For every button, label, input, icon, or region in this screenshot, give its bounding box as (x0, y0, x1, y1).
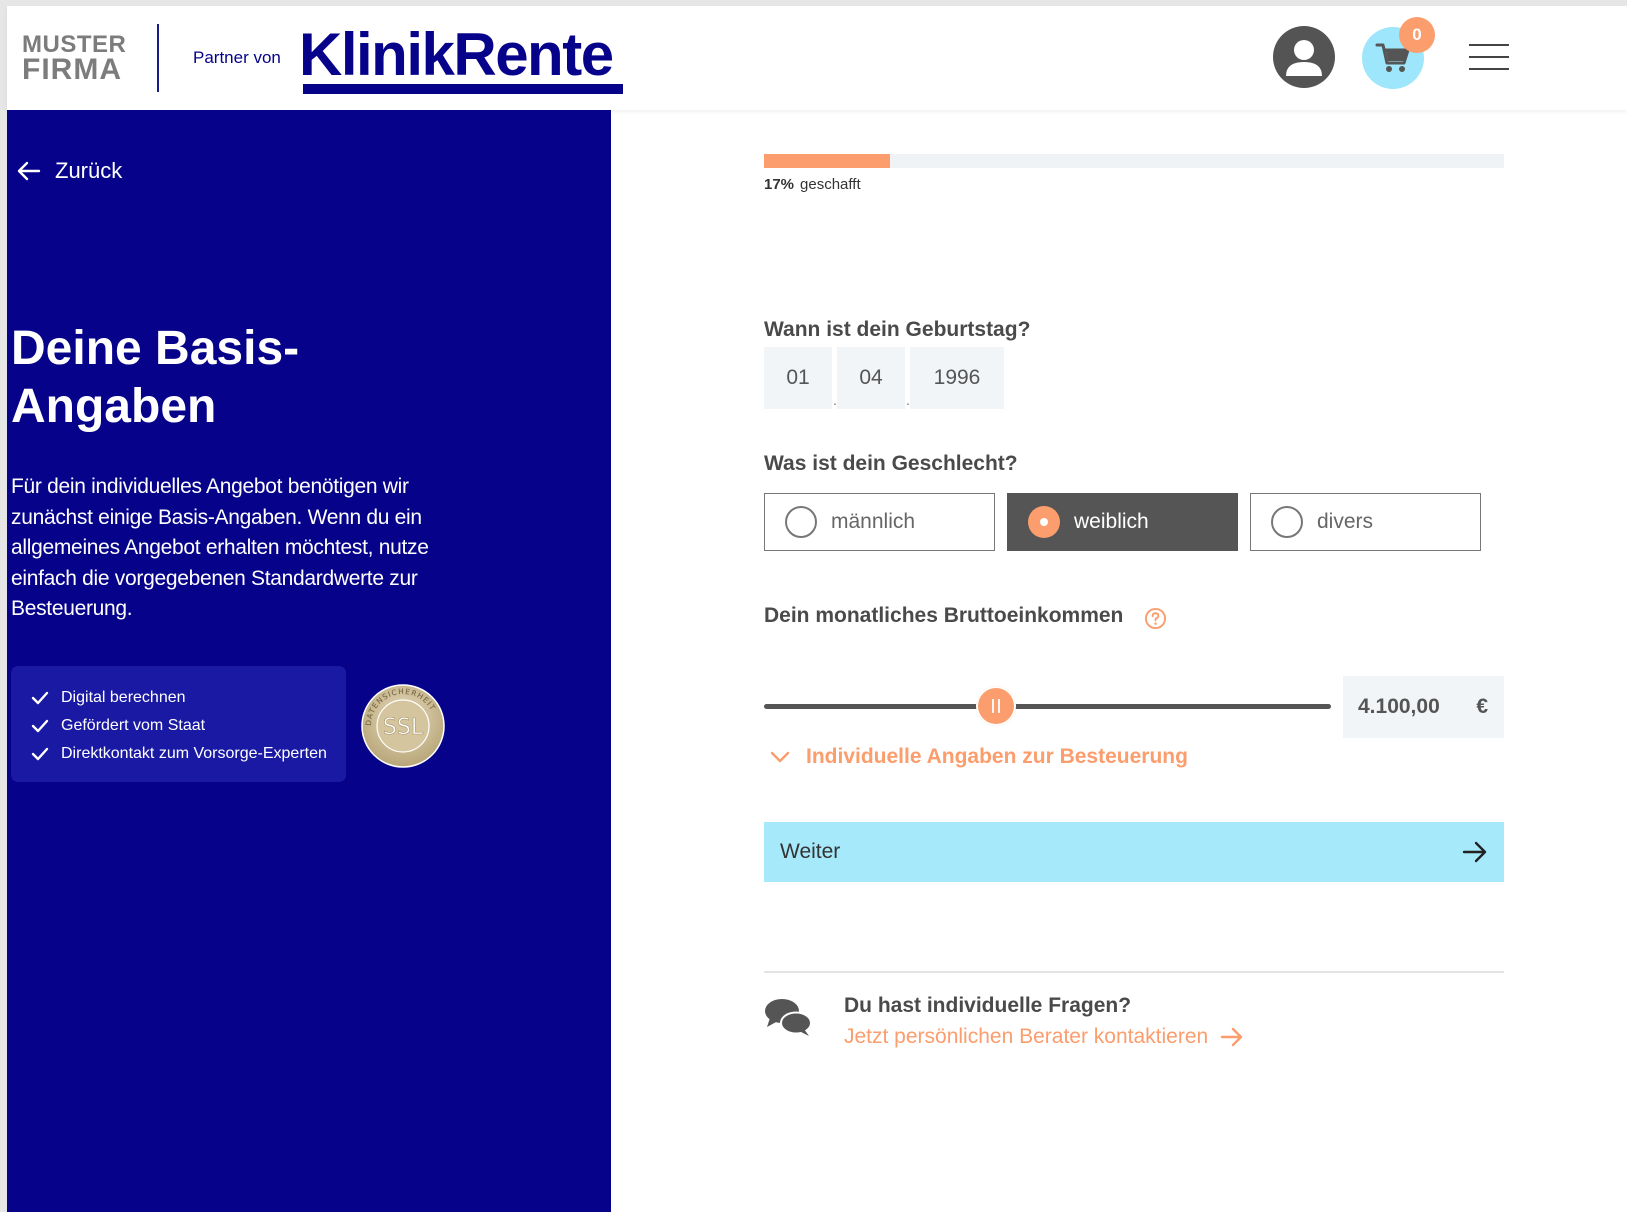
ssl-label: SSL (383, 715, 424, 740)
income-value: 4.100,00 (1358, 695, 1440, 718)
contact-advisor-link[interactable]: Jetzt persönlichen Berater kontaktieren (844, 1025, 1244, 1049)
feature-label: Gefördert vom Staat (61, 717, 206, 734)
feature-item: Digital berechnen (31, 684, 346, 712)
gender-option-maennlich[interactable]: männlich (764, 493, 995, 551)
gender-label: Was ist dein Geschlecht? (764, 452, 1018, 475)
logo-line-2: FIRMA (22, 53, 122, 86)
brand-logo[interactable]: KlinikRente (299, 24, 614, 86)
arrow-left-icon (17, 161, 41, 181)
check-icon (31, 747, 49, 761)
back-label: Zurück (55, 158, 123, 183)
income-input[interactable]: 4.100,00 € (1343, 676, 1504, 738)
radio-icon (1028, 506, 1060, 538)
user-icon (1286, 40, 1322, 76)
menu-button[interactable] (1469, 44, 1511, 72)
feature-label: Digital berechnen (61, 689, 186, 706)
menu-icon-line (1469, 56, 1509, 58)
page-frame: MUSTER FIRMA Partner von KlinikRente 0 Z… (0, 0, 1627, 1212)
cart-count-badge: 0 (1399, 17, 1435, 53)
gender-option-label: weiblich (1074, 510, 1149, 533)
logo-divider (157, 24, 159, 92)
next-button[interactable]: Weiter (764, 822, 1504, 882)
menu-icon-line (1469, 68, 1509, 70)
feature-label: Direktkontakt zum Vorsorge-Experten (61, 745, 327, 762)
income-label: Dein monatliches Bruttoeinkommen (764, 604, 1124, 627)
chevron-down-icon (770, 751, 790, 763)
grip-icon (992, 699, 995, 713)
page-title-line-1: Deine Basis- (11, 322, 300, 375)
page-title: Deine Basis- Angaben (11, 320, 491, 436)
progress-suffix: geschafft (800, 176, 861, 193)
check-icon (31, 691, 49, 705)
progress-bar (764, 154, 1504, 168)
radio-icon (1271, 506, 1303, 538)
gender-option-label: divers (1317, 510, 1374, 533)
birthday-year-input[interactable]: 1996 (910, 347, 1004, 409)
arrow-right-icon (1462, 841, 1487, 863)
partner-label: Partner von (193, 48, 281, 67)
tax-details-label: Individuelle Angaben zur Besteuerung (806, 745, 1188, 768)
birthday-label: Wann ist dein Geburtstag? (764, 318, 1031, 341)
back-link[interactable]: Zurück (17, 158, 122, 184)
income-slider-track[interactable] (764, 704, 1331, 709)
gender-option-divers[interactable]: divers (1250, 493, 1481, 551)
feature-item: Direktkontakt zum Vorsorge-Experten (31, 740, 346, 768)
intro-text: Für dein individuelles Angebot benötigen… (11, 475, 429, 620)
radio-icon (785, 506, 817, 538)
next-button-label: Weiter (780, 840, 841, 863)
check-icon (31, 719, 49, 733)
income-slider-handle[interactable] (976, 686, 1017, 726)
page-title-line-2: Angaben (11, 380, 217, 433)
gender-option-weiblich[interactable]: weiblich (1007, 493, 1238, 551)
left-border (0, 6, 7, 1212)
arrow-right-icon (1221, 1027, 1243, 1047)
feature-list: Digital berechnen Gefördert vom Staat Di… (11, 666, 346, 782)
chat-bubbles-icon (765, 999, 812, 1036)
company-logo[interactable]: MUSTER FIRMA (22, 33, 126, 86)
info-sidebar: Zurück Deine Basis- Angaben Für dein ind… (7, 110, 611, 1212)
contact-title: Du hast individuelle Fragen? (844, 994, 1132, 1017)
birthday-month-input[interactable]: 04 (837, 347, 905, 409)
ssl-seal-icon: DATENSICHERHEIT SSL (361, 684, 445, 768)
birthday-day-input[interactable]: 01 (764, 347, 832, 409)
help-icon[interactable] (1144, 607, 1167, 630)
gender-option-label: männlich (831, 510, 916, 533)
contact-link-label: Jetzt persönlichen Berater kontaktieren (844, 1025, 1209, 1048)
user-account-button[interactable] (1273, 26, 1335, 88)
feature-item: Gefördert vom Staat (31, 712, 346, 740)
grip-icon (998, 699, 1001, 713)
progress-fill (764, 154, 890, 168)
progress-percent: 17% (764, 176, 795, 193)
site-header: MUSTER FIRMA Partner von KlinikRente 0 (7, 6, 1627, 110)
progress-label: 17% geschafft (764, 176, 861, 193)
brand-underline (303, 84, 623, 94)
section-divider (764, 971, 1504, 973)
menu-icon-line (1469, 44, 1509, 46)
currency-symbol: € (1476, 695, 1488, 718)
tax-details-toggle[interactable]: Individuelle Angaben zur Besteuerung (770, 745, 1188, 769)
